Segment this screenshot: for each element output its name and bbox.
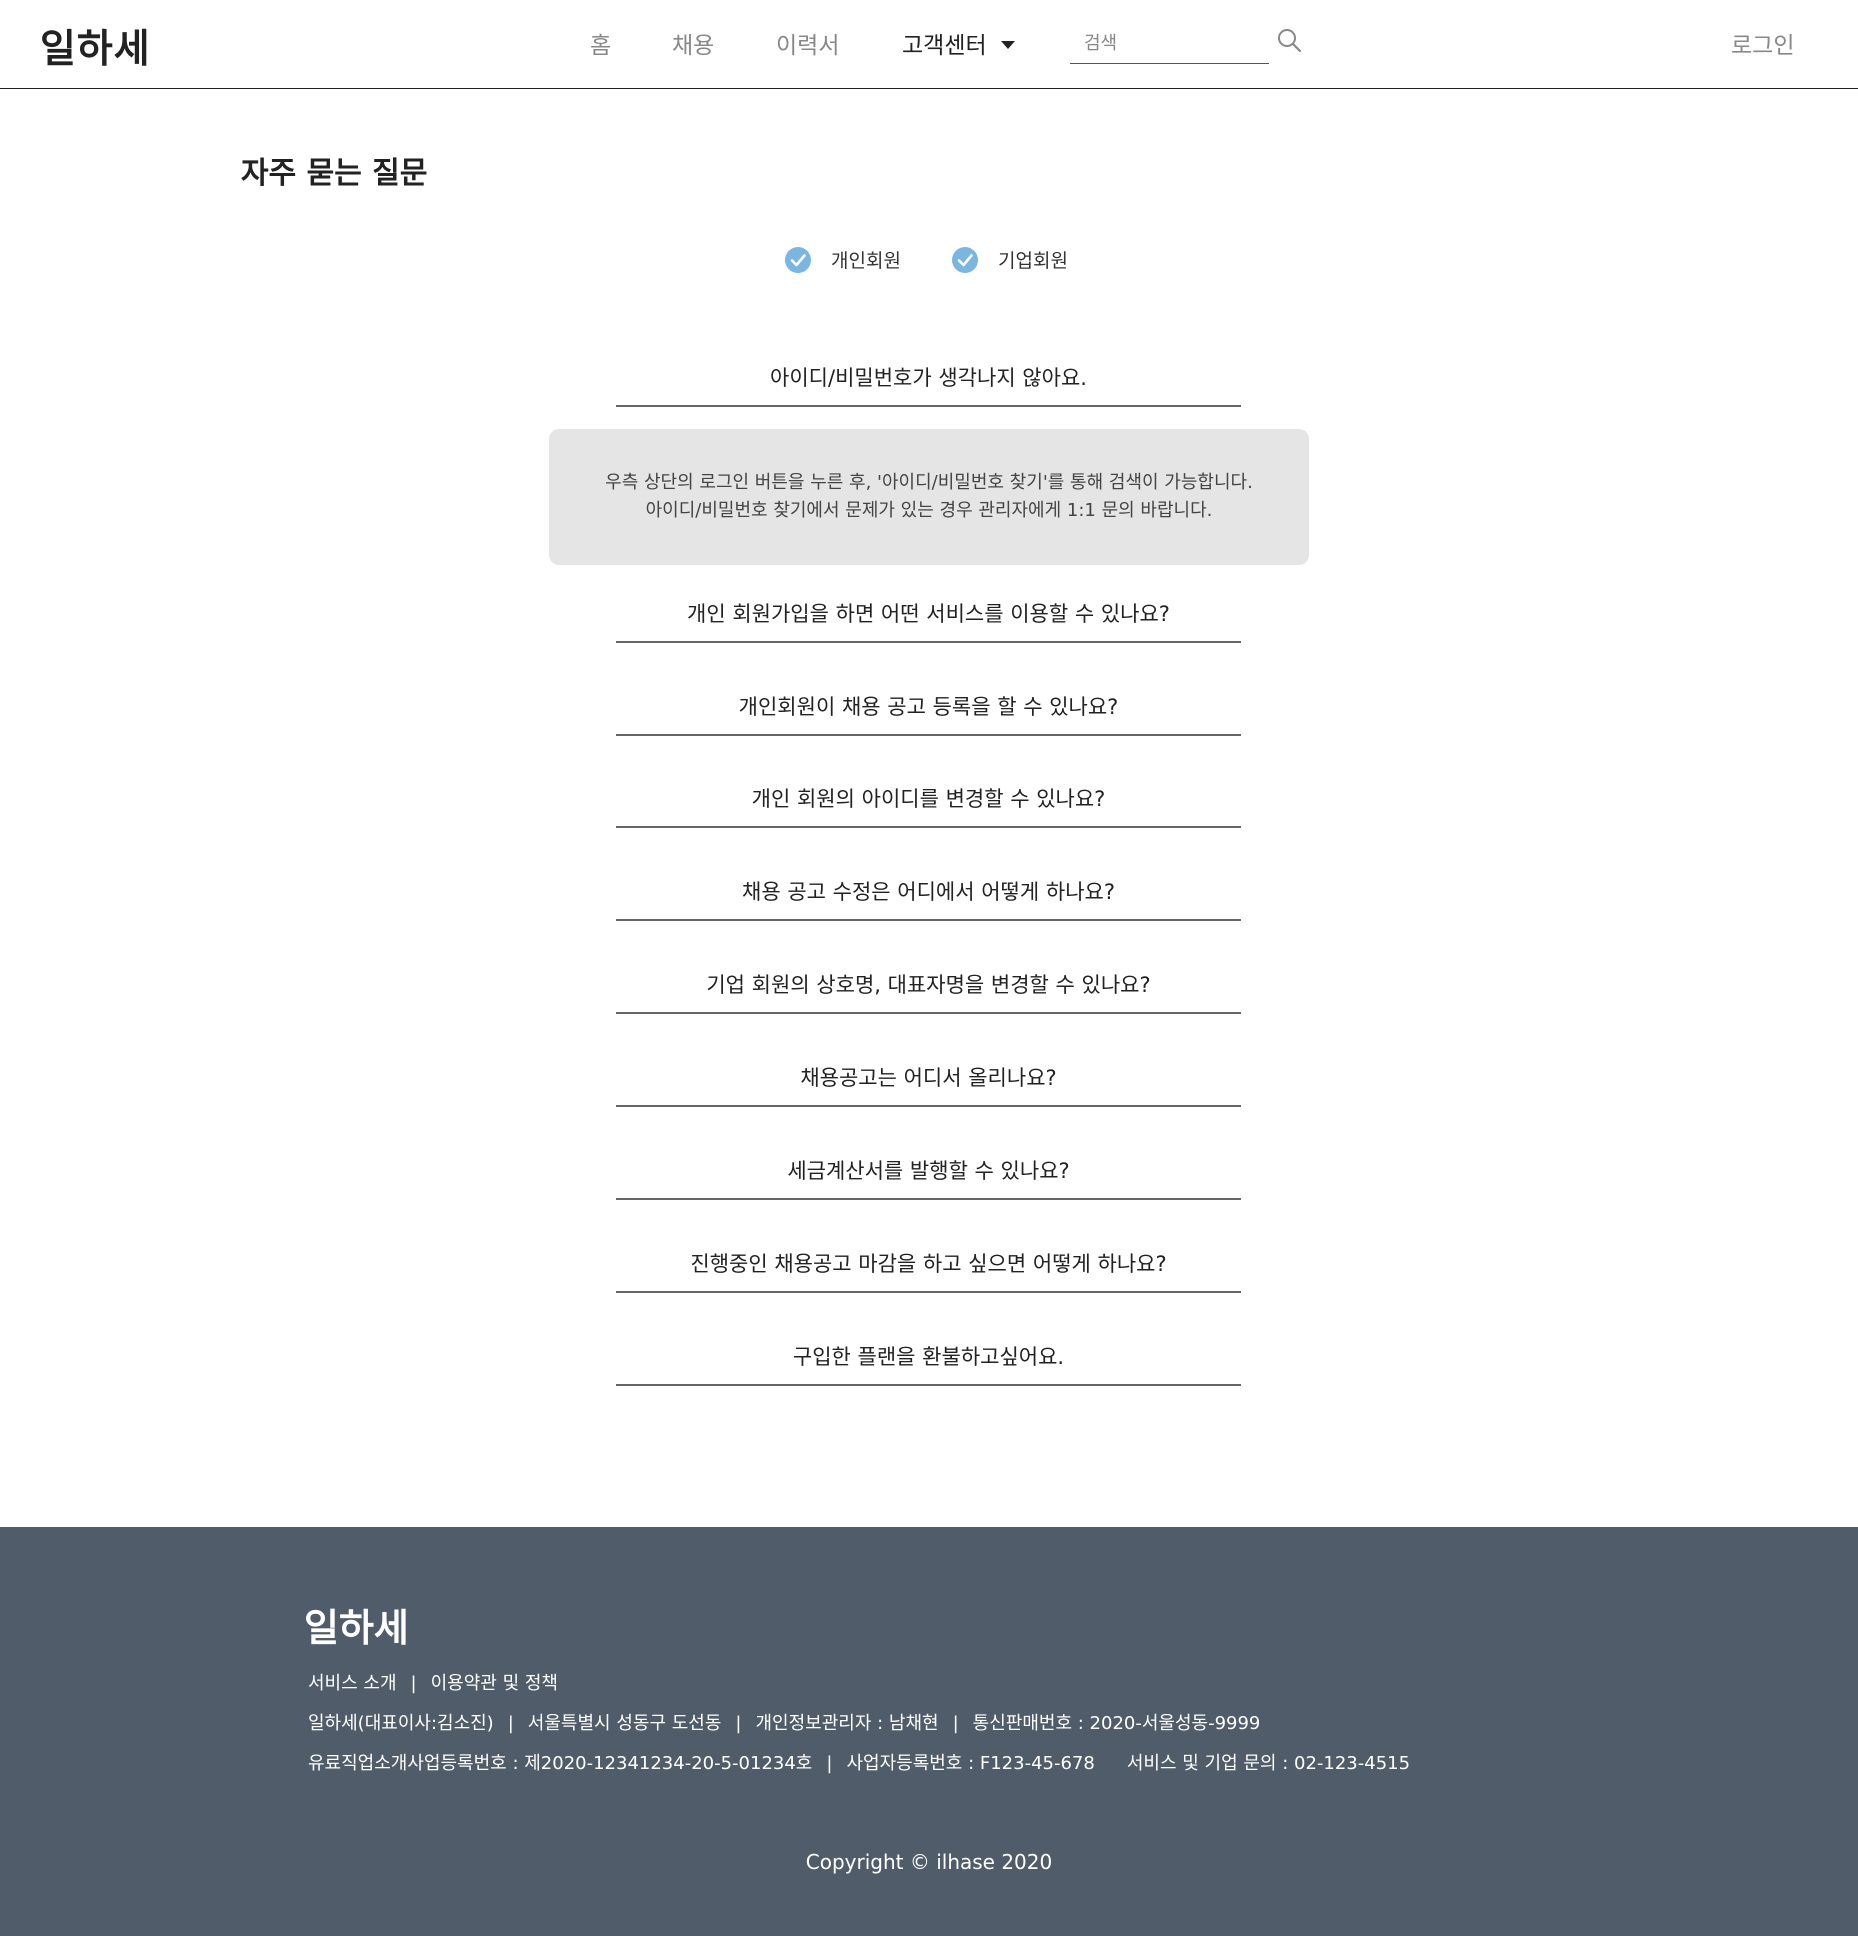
footer-privacy-manager: 개인정보관리자 : 남채현 [755, 1713, 939, 1734]
faq-question-text: 개인 회원의 아이디를 변경할 수 있나요? [751, 787, 1106, 811]
footer-company-info: 일하세(대표이사:김소진) | 서울특별시 성동구 도선동 | 개인정보관리자 : 남채… [308, 1709, 1260, 1735]
footer-separator: | [410, 1673, 417, 1694]
faq-question[interactable]: 기업 회원의 상호명, 대표자명을 변경할 수 있나요? [616, 969, 1241, 1014]
footer-company: 일하세(대표이사:김소진) [308, 1713, 494, 1734]
footer-registration-number: 유료직업소개사업등록번호 : 제2020-12341234-20-5-01234… [308, 1753, 813, 1774]
member-type-filters: 개인회원 기업회원 [0, 246, 1858, 276]
nav-home[interactable]: 홈 [590, 26, 611, 60]
nav-jobs[interactable]: 채용 [672, 26, 714, 60]
footer-separator: | [735, 1713, 742, 1734]
faq-question[interactable]: 개인 회원가입을 하면 어떤 서비스를 이용할 수 있나요? [616, 598, 1241, 643]
footer-address: 서울특별시 성동구 도선동 [527, 1713, 722, 1734]
footer-ecommerce-number: 통신판매번호 : 2020-서울성동-9999 [972, 1713, 1261, 1734]
faq-question[interactable]: 개인 회원의 아이디를 변경할 수 있나요? [616, 783, 1241, 828]
faq-question[interactable]: 채용공고는 어디서 올리나요? [616, 1062, 1241, 1107]
nav-support-dropdown[interactable]: 고객센터 [902, 26, 1015, 60]
faq-answer: 우측 상단의 로그인 버튼을 누른 후, '아이디/비밀번호 찾기'를 통해 검… [549, 429, 1309, 565]
footer-link-terms[interactable]: 이용약관 및 정책 [431, 1673, 558, 1694]
faq-question[interactable]: 개인회원이 채용 공고 등록을 할 수 있나요? [616, 691, 1241, 736]
footer-link-about[interactable]: 서비스 소개 [308, 1673, 397, 1694]
nav-resume[interactable]: 이력서 [776, 26, 839, 60]
footer-separator: | [507, 1713, 514, 1734]
faq-question-text: 세금계산서를 발행할 수 있나요? [787, 1159, 1070, 1183]
faq-question[interactable]: 진행중인 채용공고 마감을 하고 싶으면 어떻게 하나요? [616, 1248, 1241, 1293]
footer-separator: | [826, 1753, 833, 1774]
faq-question-text: 개인 회원가입을 하면 어떤 서비스를 이용할 수 있나요? [687, 602, 1170, 626]
faq-question[interactable]: 아이디/비밀번호가 생각나지 않아요. [616, 362, 1241, 407]
filter-corporate-label: 기업회원 [998, 250, 1068, 272]
faq-answer-line: 우측 상단의 로그인 버튼을 누른 후, '아이디/비밀번호 찾기'를 통해 검… [605, 472, 1253, 493]
faq-question-text: 채용 공고 수정은 어디에서 어떻게 하나요? [742, 880, 1115, 904]
search-icon[interactable] [1276, 27, 1304, 55]
filter-individual-label: 개인회원 [831, 250, 901, 272]
faq-answer-line: 아이디/비밀번호 찾기에서 문제가 있는 경우 관리자에게 1:1 문의 바랍니… [645, 500, 1213, 521]
caret-down-icon [1000, 40, 1015, 49]
footer-separator: | [952, 1713, 959, 1734]
checkmark-icon[interactable] [785, 246, 811, 273]
faq-question-text: 개인회원이 채용 공고 등록을 할 수 있나요? [738, 695, 1119, 719]
search-input[interactable] [1070, 24, 1269, 63]
faq-question-text: 구입한 플랜을 환불하고싶어요. [792, 1345, 1065, 1369]
login-link[interactable]: 로그인 [1731, 26, 1794, 60]
site-footer: 일하세 서비스 소개 | 이용약관 및 정책 일하세(대표이사:김소진) | 서울특별시… [0, 1527, 1858, 1936]
footer-contact: 서비스 및 기업 문의 : 02-123-4515 [1126, 1753, 1411, 1774]
faq-question-text: 아이디/비밀번호가 생각나지 않아요. [770, 366, 1087, 390]
footer-registration-info: 유료직업소개사업등록번호 : 제2020-12341234-20-5-01234… [308, 1749, 1410, 1775]
faq-question-text: 채용공고는 어디서 올리나요? [800, 1066, 1057, 1090]
footer-links: 서비스 소개 | 이용약관 및 정책 [308, 1669, 558, 1695]
footer-business-number: 사업자등록번호 : F123-45-678 [846, 1753, 1095, 1774]
copyright: Copyright © ilhase 2020 [805, 1850, 1053, 1874]
search-field [1070, 24, 1269, 64]
site-header: 일하세 홈 채용 이력서 고객센터 로그인 [0, 0, 1858, 89]
faq-question[interactable]: 세금계산서를 발행할 수 있나요? [616, 1155, 1241, 1200]
filter-corporate[interactable]: 기업회원 [952, 246, 1068, 273]
faq-question[interactable]: 채용 공고 수정은 어디에서 어떻게 하나요? [616, 876, 1241, 921]
footer-logo: 일하세 [304, 1606, 409, 1650]
faq-question-text: 진행중인 채용공고 마감을 하고 싶으면 어떻게 하나요? [690, 1252, 1167, 1276]
faq-question-text: 기업 회원의 상호명, 대표자명을 변경할 수 있나요? [706, 973, 1151, 997]
filter-individual[interactable]: 개인회원 [785, 246, 901, 273]
nav-support-label: 고객센터 [902, 33, 987, 59]
page-title: 자주 묻는 질문 [241, 156, 428, 191]
faq-question[interactable]: 구입한 플랜을 환불하고싶어요. [616, 1341, 1241, 1386]
checkmark-icon[interactable] [952, 246, 978, 273]
main-nav: 홈 채용 이력서 고객센터 [0, 26, 1858, 66]
